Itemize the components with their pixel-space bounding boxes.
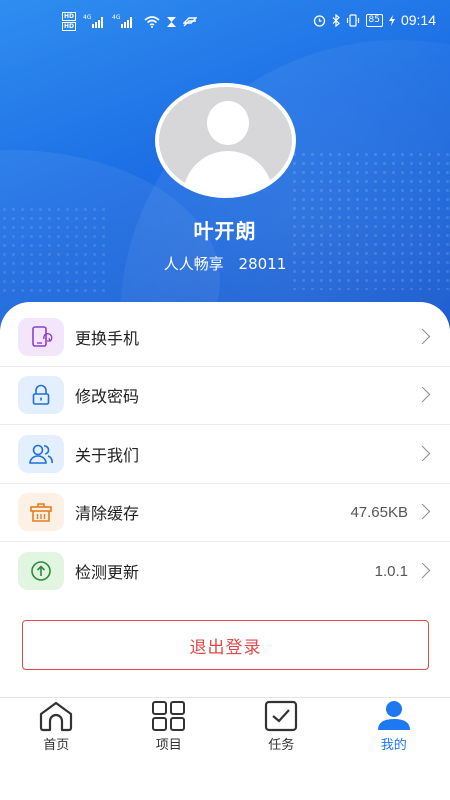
person-icon — [377, 701, 410, 730]
bottom-tab-bar: 首页 项目 任务 我的 — [0, 697, 450, 759]
checkbox-icon — [265, 700, 298, 732]
signal-icon-2: 4G — [112, 14, 133, 28]
menu-item-clear-cache[interactable]: 清除缓存 47.65KB — [0, 484, 450, 542]
menu-item-label: 更换手机 — [75, 328, 140, 348]
user-org-info: 人人畅享 28011 — [0, 253, 450, 274]
lock-icon — [18, 376, 64, 415]
menu-item-value: 1.0.1 — [374, 562, 408, 580]
grid-icon — [151, 701, 185, 731]
charging-icon — [388, 14, 395, 26]
org-name: 人人畅享 — [163, 255, 224, 273]
user-id: 28011 — [238, 255, 287, 273]
users-icon — [18, 434, 64, 473]
menu-item-label: 清除缓存 — [75, 504, 140, 524]
tab-home[interactable]: 首页 — [0, 698, 113, 759]
signal-icon: 4G — [83, 14, 104, 28]
chevron-right-icon — [414, 386, 431, 403]
tab-label: 任务 — [268, 738, 295, 753]
chevron-right-icon — [414, 562, 431, 579]
avatar[interactable] — [155, 83, 296, 198]
chevron-right-icon — [414, 328, 431, 345]
chevron-right-icon — [414, 503, 431, 520]
menu-item-change-password[interactable]: 修改密码 — [0, 367, 450, 425]
home-icon — [40, 701, 73, 732]
menu-item-label: 检测更新 — [75, 563, 140, 583]
battery-icon: 85 — [365, 13, 383, 27]
menu-item-label: 关于我们 — [75, 445, 140, 465]
tab-label: 首页 — [43, 738, 70, 753]
logout-button[interactable]: 退出登录 — [22, 620, 429, 670]
vibrate-icon — [346, 13, 359, 27]
tab-projects[interactable]: 项目 — [113, 698, 226, 759]
hd-icon: HD HD — [62, 12, 77, 31]
share-icon — [183, 16, 198, 26]
alarm-icon — [313, 14, 325, 27]
menu-item-change-phone[interactable]: 更换手机 — [0, 308, 450, 367]
menu-item-check-update[interactable]: 检测更新 1.0.1 — [0, 542, 450, 601]
menu-item-value: 47.65KB — [350, 503, 408, 521]
tab-mine[interactable]: 我的 — [338, 698, 450, 759]
settings-list: 更换手机 修改密码 关于我们 清除缓存 47.65KB 检测更新 1.0.1 — [0, 308, 450, 601]
tab-label: 项目 — [155, 738, 182, 753]
tab-tasks[interactable]: 任务 — [225, 698, 338, 759]
upload-circle-icon — [18, 552, 64, 591]
chevron-right-icon — [414, 445, 431, 462]
bluetooth-icon — [332, 13, 340, 27]
menu-item-label: 修改密码 — [75, 387, 140, 407]
trash-basket-icon — [18, 493, 64, 532]
clock: 09:14 — [400, 12, 436, 28]
menu-item-about-us[interactable]: 关于我们 — [0, 425, 450, 484]
status-bar: HD HD 4G 4G 85 09:14 — [0, 0, 450, 44]
hourglass-icon — [167, 16, 177, 27]
wifi-icon — [144, 15, 160, 28]
phone-swap-icon — [18, 317, 64, 356]
tab-label: 我的 — [380, 738, 407, 753]
user-name: 叶开朗 — [193, 219, 257, 243]
